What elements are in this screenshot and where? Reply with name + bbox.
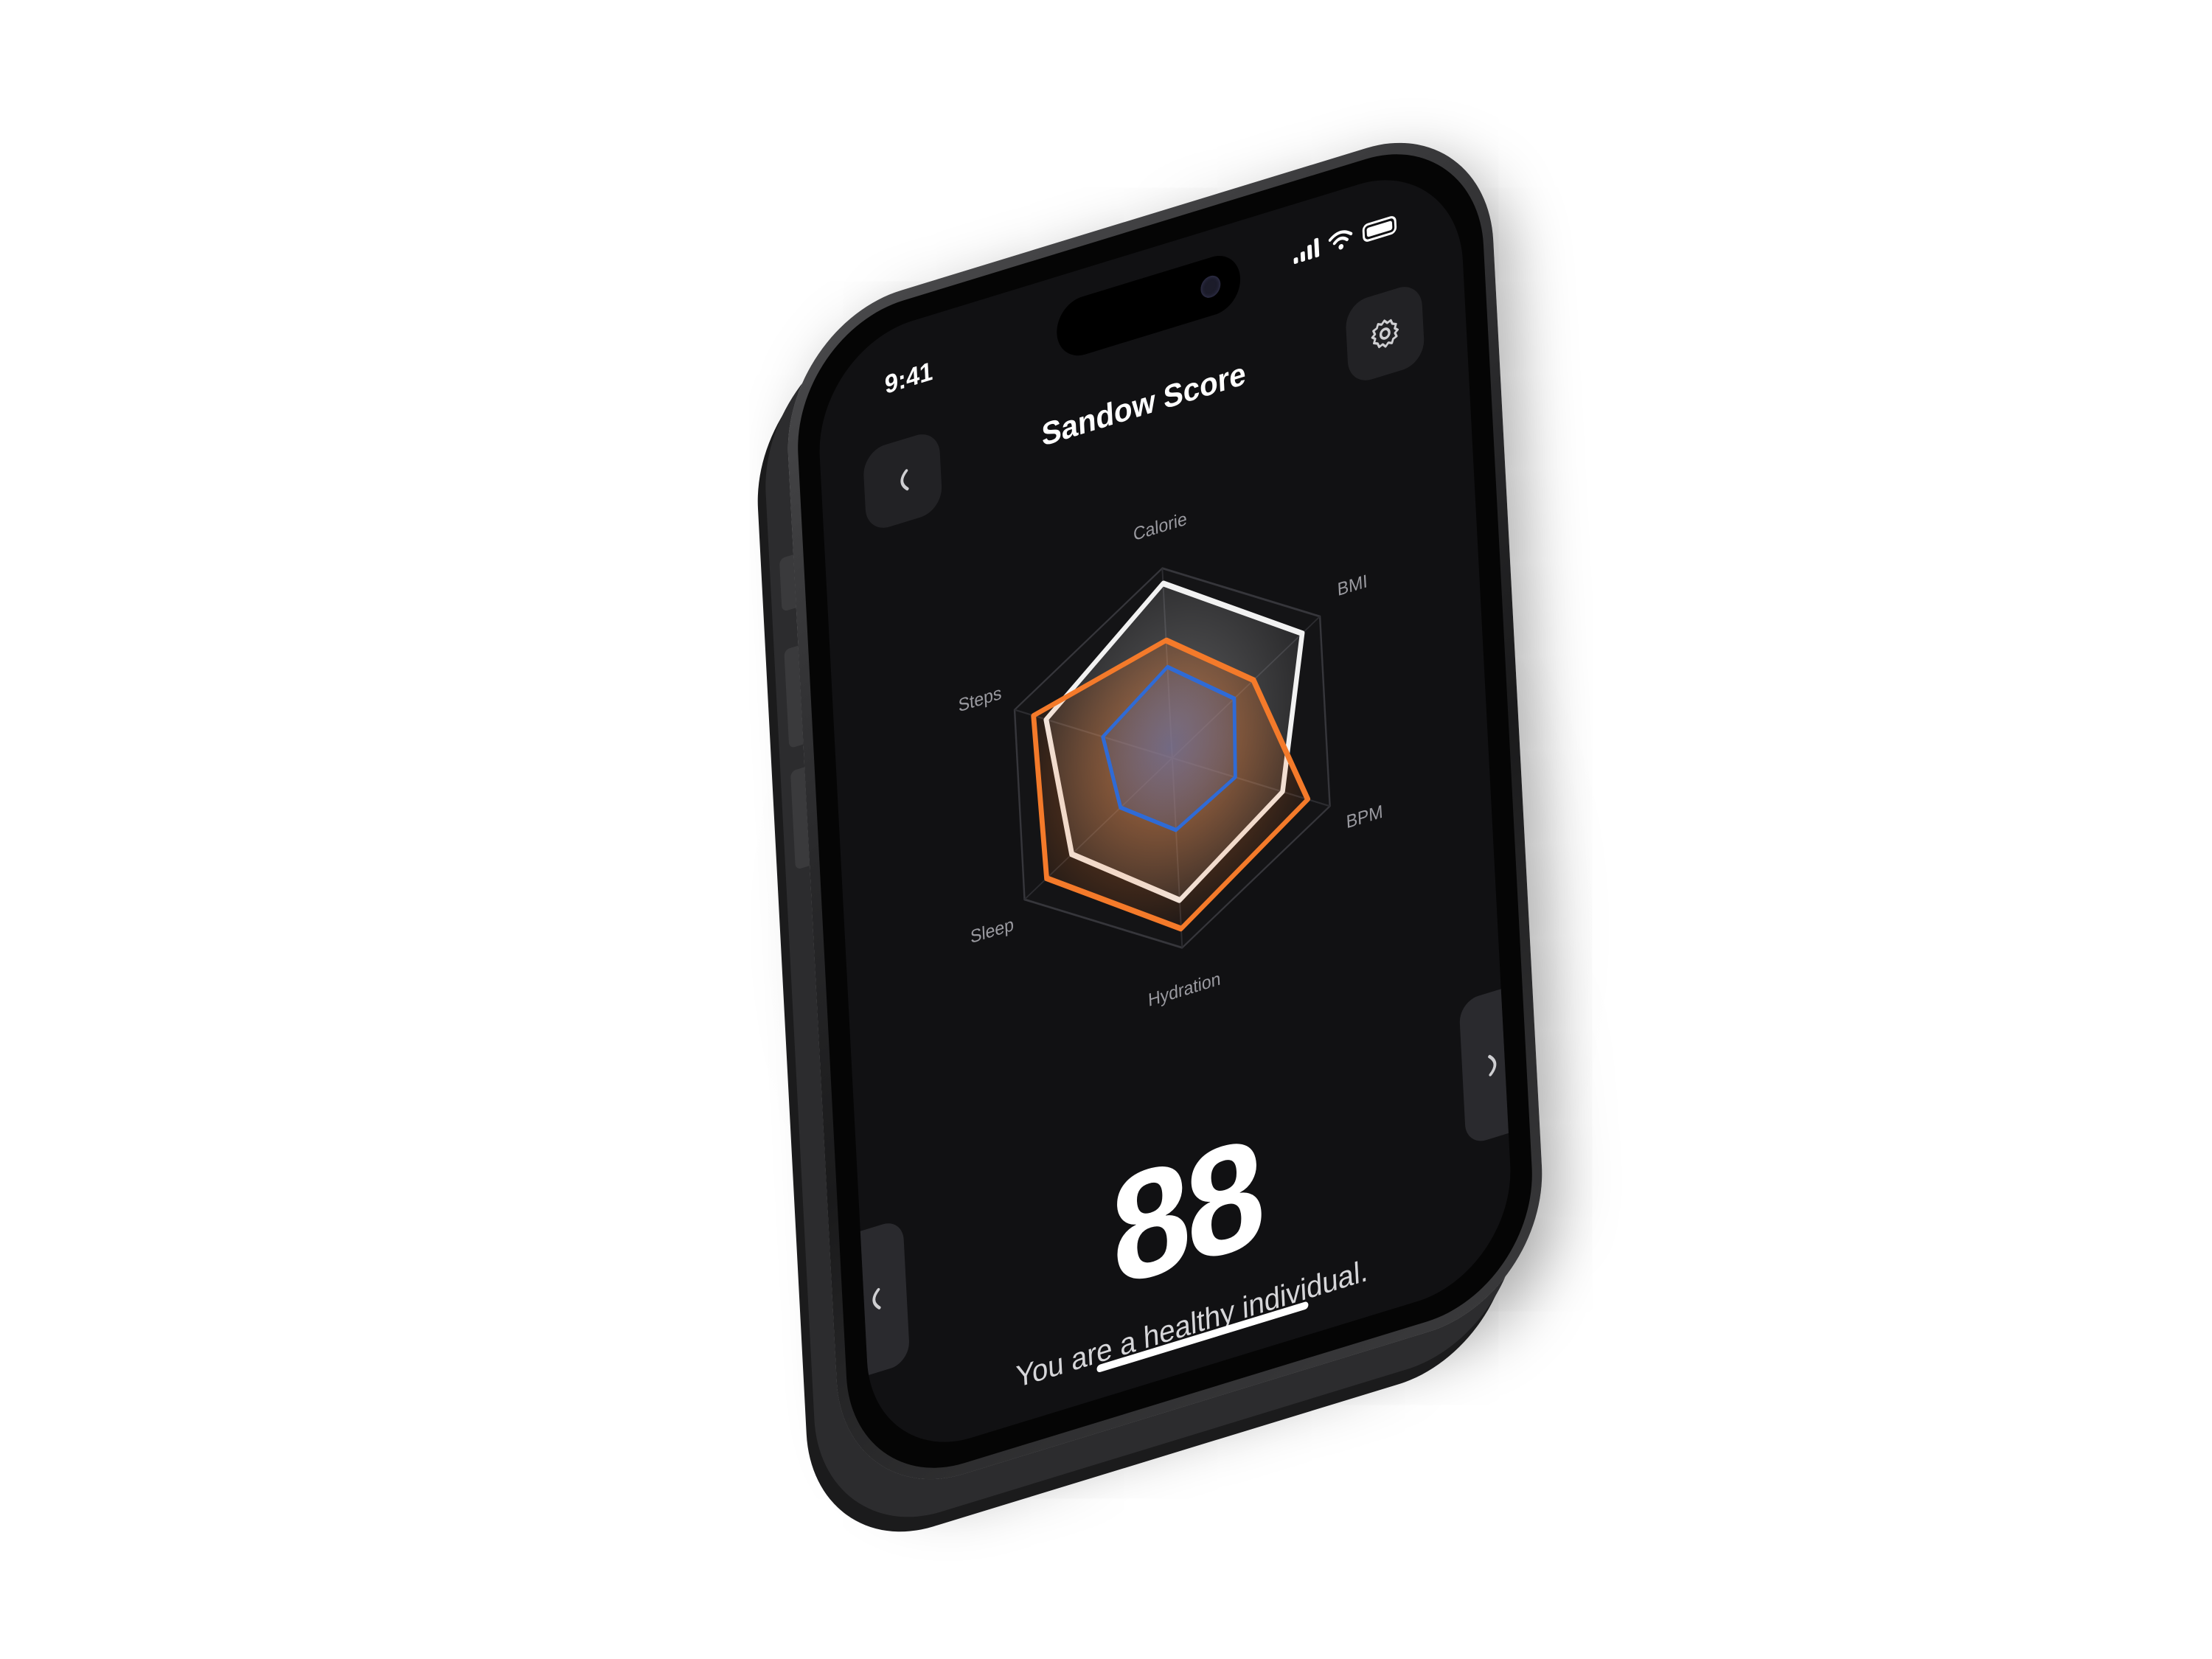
radar-chart: Calorie BMI BPM Hydration Sleep Steps (958, 509, 1383, 1011)
gear-icon (1371, 319, 1399, 349)
status-time: 9:41 (883, 356, 934, 400)
axis-label-bmi: BMI (1337, 571, 1368, 601)
phone-frame: 9:41 Sandow Score Calorie BMI BPM Hydrat… (779, 111, 1549, 1511)
axis-label-bpm: BPM (1346, 801, 1383, 833)
signal-icon (1293, 237, 1320, 265)
dynamic-island (1055, 248, 1242, 363)
legend-item-strength[interactable]: STRENGTH (915, 1421, 1074, 1468)
camera-icon (1200, 273, 1221, 301)
legend-swatch (915, 1467, 933, 1468)
battery-icon (1362, 215, 1397, 243)
axis-label-steps: Steps (958, 683, 1002, 716)
phone-bezel: 9:41 Sandow Score Calorie BMI BPM Hydrat… (791, 125, 1539, 1498)
axis-label-hydration: Hydration (1147, 969, 1221, 1011)
wifi-icon (1328, 230, 1353, 250)
phone-mockup: 9:41 Sandow Score Calorie BMI BPM Hydrat… (0, 0, 2212, 1659)
action-button (779, 554, 796, 613)
settings-button[interactable] (1344, 281, 1425, 386)
status-icons (1293, 213, 1397, 265)
axis-label-sleep: Sleep (970, 914, 1014, 947)
app-screen: 9:41 Sandow Score Calorie BMI BPM Hydrat… (814, 154, 1516, 1468)
legend-label: STRENGTH (942, 1420, 1075, 1468)
axis-label-calorie: Calorie (1133, 509, 1187, 546)
